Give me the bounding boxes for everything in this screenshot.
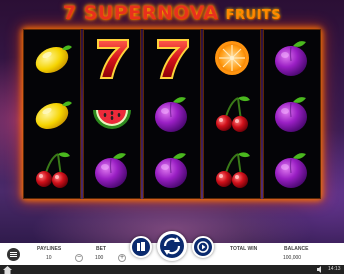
spin-arrows-icon	[163, 237, 181, 255]
game-logo: 7 SUPERNOVA FRUITS	[62, 2, 282, 24]
orange-icon	[215, 41, 249, 75]
sound-icon[interactable]	[317, 266, 325, 273]
plum-icon	[155, 153, 187, 188]
reel-5	[263, 29, 321, 199]
total-win-label: TOTAL WIN	[230, 246, 258, 252]
reel-1	[23, 29, 81, 199]
autoplay-button[interactable]	[192, 236, 214, 258]
reel-2	[83, 29, 141, 199]
autoplay-icon	[197, 241, 209, 253]
bet-decrease-button[interactable]: −	[75, 254, 83, 262]
plum-icon	[155, 97, 187, 132]
cherry-icon	[216, 96, 250, 132]
bet-value: 100	[95, 255, 104, 261]
balance-value: 100,000	[283, 255, 302, 261]
clock-time: 14:13	[328, 266, 341, 272]
watermelon-icon	[93, 110, 131, 129]
plum-icon	[275, 41, 307, 76]
bet-label: BET	[96, 246, 106, 252]
lemon-icon	[35, 101, 72, 130]
paylines-label: PAYLINES	[37, 246, 62, 252]
seven-icon	[157, 39, 189, 79]
status-footer: 14:13	[0, 265, 344, 274]
paytable-button[interactable]	[130, 236, 152, 258]
cherry-icon	[216, 152, 250, 188]
seven-icon	[97, 39, 129, 79]
reel-4	[203, 29, 261, 199]
home-icon[interactable]	[3, 266, 12, 274]
menu-icon	[10, 252, 17, 253]
plum-icon	[275, 153, 307, 188]
balance-label: BALANCE	[284, 246, 309, 252]
paytable-icon	[137, 242, 145, 251]
spin-button[interactable]	[157, 231, 187, 261]
paylines-value: 10	[46, 255, 52, 261]
bet-increase-button[interactable]: +	[118, 254, 126, 262]
lemon-icon	[35, 45, 72, 74]
cherry-icon	[36, 152, 70, 188]
reel-grid	[23, 29, 321, 199]
menu-button[interactable]	[7, 248, 20, 261]
reel-3	[143, 29, 201, 199]
plum-icon	[95, 153, 127, 188]
plum-icon	[275, 97, 307, 132]
